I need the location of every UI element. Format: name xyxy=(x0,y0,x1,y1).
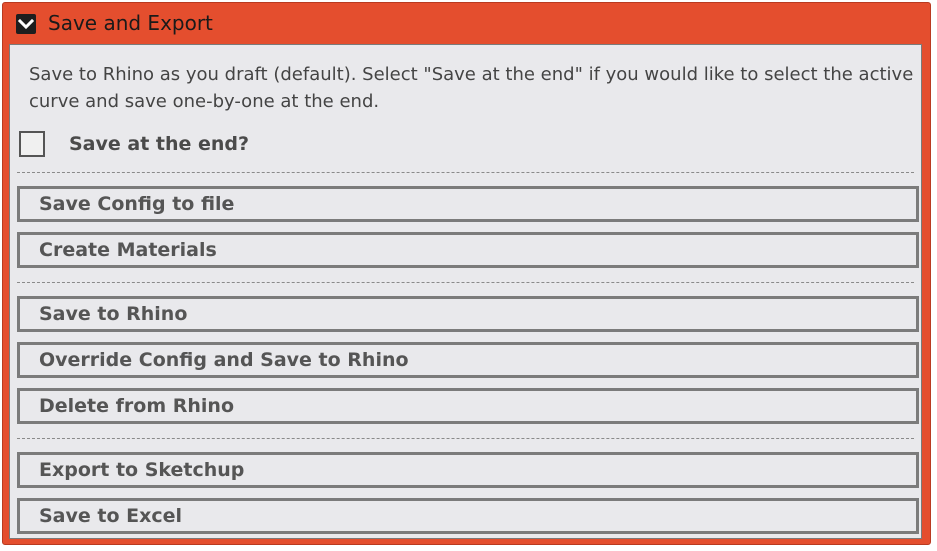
export-sketchup-button[interactable]: Export to Sketchup xyxy=(17,452,919,488)
section-divider xyxy=(17,172,914,173)
save-at-end-checkbox[interactable] xyxy=(19,131,45,157)
save-config-button[interactable]: Save Config to file xyxy=(17,186,919,222)
save-to-rhino-button[interactable]: Save to Rhino xyxy=(17,296,919,332)
section-divider xyxy=(17,438,914,439)
panel-header[interactable]: Save and Export xyxy=(3,3,930,43)
section-divider xyxy=(17,282,914,283)
panel-body: Save to Rhino as you draft (default). Se… xyxy=(9,44,922,539)
chevron-down-icon[interactable] xyxy=(16,14,36,34)
panel-title: Save and Export xyxy=(48,11,213,35)
save-description: Save to Rhino as you draft (default). Se… xyxy=(29,64,914,112)
save-at-end-label: Save at the end? xyxy=(69,133,250,155)
create-materials-button[interactable]: Create Materials xyxy=(17,232,919,268)
save-at-end-row: Save at the end? xyxy=(17,131,417,161)
save-excel-button[interactable]: Save to Excel xyxy=(17,498,919,534)
delete-from-rhino-button[interactable]: Delete from Rhino xyxy=(17,388,919,424)
save-and-export-panel: Save and Export Save to Rhino as you dra… xyxy=(2,2,931,545)
override-save-button[interactable]: Override Config and Save to Rhino xyxy=(17,342,919,378)
